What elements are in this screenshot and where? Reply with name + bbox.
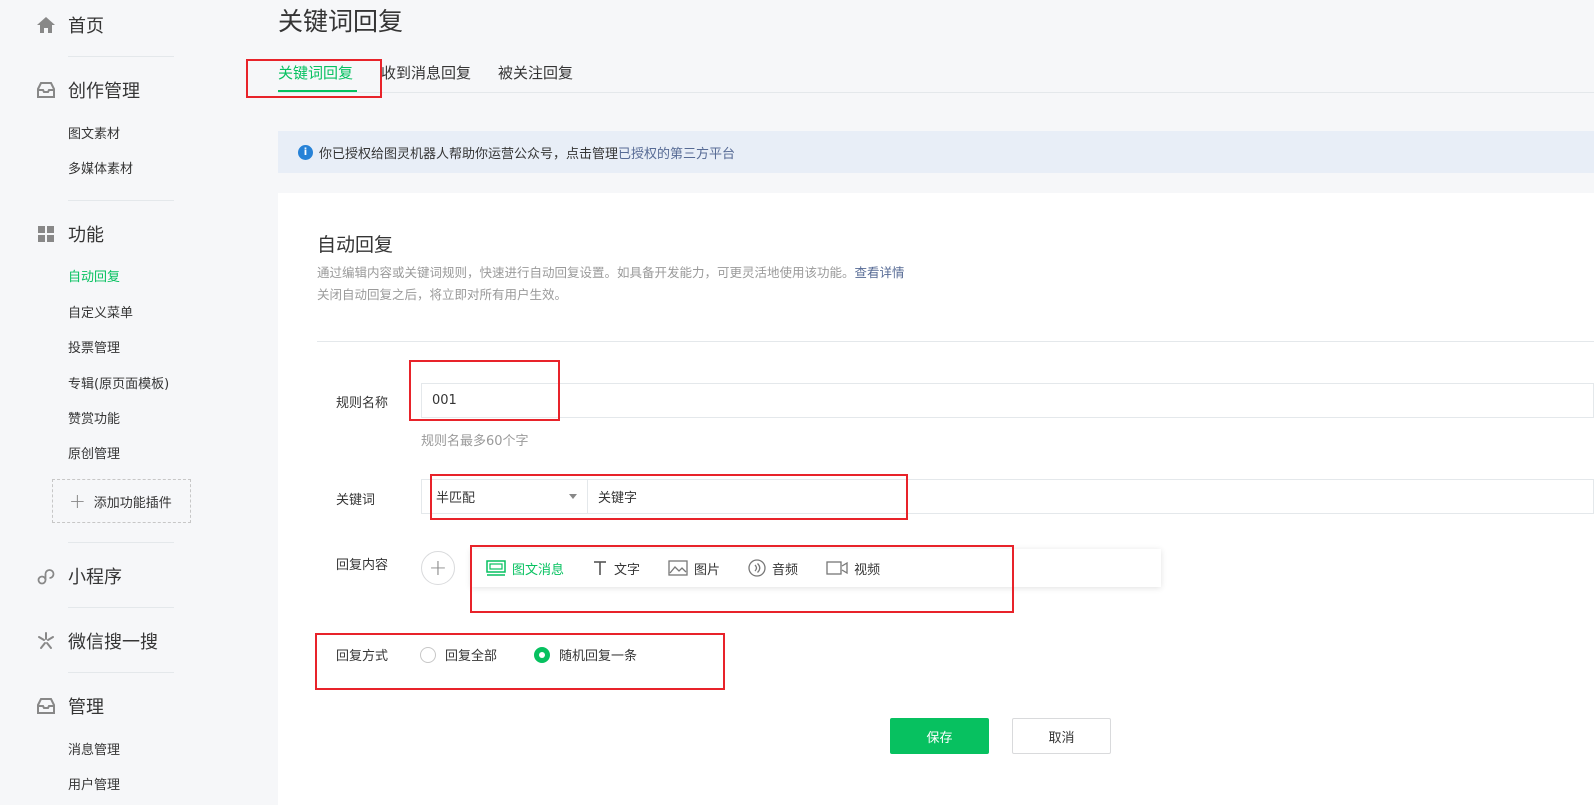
media-video[interactable]: 视频 (826, 559, 880, 578)
nav-search-label: 微信搜一搜 (68, 632, 158, 653)
nav-features-label: 功能 (68, 225, 104, 246)
divider (68, 56, 174, 57)
match-mode-value: 半匹配 (436, 491, 476, 506)
radio-reply-all[interactable]: 回复全部 (420, 645, 497, 664)
reply-mode-label: 回复方式 (336, 649, 389, 664)
nav-search[interactable]: 微信搜一搜 (36, 628, 158, 654)
keyword-input-group: 半匹配 关键字 (421, 479, 1594, 514)
nav-create[interactable]: 创作管理 (36, 77, 140, 103)
nav-home-label: 首页 (68, 16, 104, 37)
notice-text: 你已授权给图灵机器人帮助你运营公众号，点击管理 (319, 146, 619, 162)
sidebar-item-messages[interactable]: 消息管理 (68, 739, 120, 758)
add-plugin-label: 添加功能插件 (93, 495, 172, 511)
media-text-label: 文字 (614, 562, 641, 578)
radio-random-reply[interactable]: 随机回复一条 (534, 645, 637, 664)
link-icon (36, 566, 56, 586)
nav-manage-label: 管理 (68, 697, 104, 718)
tab-follow-reply[interactable]: 被关注回复 (498, 62, 573, 83)
plus-icon: + (428, 555, 448, 581)
nav-miniprogram[interactable]: 小程序 (36, 563, 122, 589)
rule-name-hint: 规则名最多60个字 (421, 434, 529, 449)
sidebar-item-users[interactable]: 用户管理 (68, 774, 120, 793)
radio-circle-selected (534, 646, 550, 663)
nav-miniprogram-label: 小程序 (68, 567, 122, 588)
reply-content-label: 回复内容 (336, 558, 389, 573)
active-tab-indicator (278, 90, 357, 92)
rule-name-label: 规则名称 (336, 396, 389, 411)
media-video-label: 视频 (854, 562, 881, 578)
notice-banner: i 你已授权给图灵机器人帮助你运营公众号，点击管理 已授权的第三方平台 (278, 131, 1594, 173)
media-audio[interactable]: 音频 (748, 559, 798, 578)
audio-icon (748, 559, 766, 577)
divider (317, 341, 1594, 342)
rule-name-value: 001 (432, 393, 457, 408)
tab-keyword-reply[interactable]: 关键词回复 (278, 62, 353, 83)
radio-random-reply-label: 随机回复一条 (559, 649, 638, 664)
media-image-text[interactable]: 图文消息 (486, 559, 564, 578)
sidebar-item-image-text[interactable]: 图文素材 (68, 123, 120, 142)
chevron-down-icon (569, 494, 577, 499)
keyword-input[interactable]: 关键字 (588, 487, 637, 506)
nav-create-label: 创作管理 (68, 81, 140, 102)
main-content: 关键词回复 关键词回复 收到消息回复 被关注回复 i 你已授权给图灵机器人帮助你… (250, 0, 1594, 805)
tab-bar: 关键词回复 收到消息回复 被关注回复 (278, 56, 1594, 93)
nav-home[interactable]: 首页 (36, 12, 104, 38)
sidebar-item-album[interactable]: 专辑(原页面模板) (68, 373, 169, 392)
add-reply-button[interactable]: + (421, 551, 455, 585)
sidebar-item-custom-menu[interactable]: 自定义菜单 (68, 302, 133, 321)
save-button[interactable]: 保存 (890, 718, 989, 754)
media-image[interactable]: 图片 (668, 559, 720, 578)
sidebar-item-auto-reply[interactable]: 自动回复 (68, 266, 120, 285)
cancel-button[interactable]: 取消 (1012, 718, 1111, 754)
description-line-1: 通过编辑内容或关键词规则，快速进行自动回复设置。如具备开发能力，可更灵活地使用该… (317, 262, 905, 281)
media-image-text-label: 图文消息 (512, 562, 565, 578)
media-audio-label: 音频 (772, 562, 799, 578)
sidebar-item-vote[interactable]: 投票管理 (68, 337, 120, 356)
search-star-icon (36, 631, 56, 651)
description-text: 通过编辑内容或关键词规则，快速进行自动回复设置。如具备开发能力，可更灵活地使用该… (317, 265, 855, 280)
view-details-link[interactable]: 查看详情 (855, 265, 905, 280)
page-title: 关键词回复 (278, 7, 404, 36)
home-icon (36, 15, 56, 35)
divider (68, 607, 174, 608)
match-mode-select[interactable]: 半匹配 (422, 480, 588, 513)
plus-icon: + (69, 489, 86, 513)
inbox-icon (36, 80, 56, 100)
sidebar-item-original[interactable]: 原创管理 (68, 443, 120, 462)
text-icon (594, 561, 607, 575)
radio-circle (420, 646, 436, 663)
add-plugin-button[interactable]: + 添加功能插件 (52, 479, 191, 523)
keyword-label: 关键词 (336, 493, 376, 508)
sidebar: 首页 创作管理 图文素材 多媒体素材 功能 自动回复 自定义菜单 投票管理 专辑… (0, 0, 250, 805)
tab-message-reply[interactable]: 收到消息回复 (381, 62, 471, 83)
media-text[interactable]: 文字 (592, 559, 640, 578)
divider (68, 672, 174, 673)
grid-icon (36, 224, 56, 244)
video-icon (826, 561, 848, 575)
media-image-label: 图片 (694, 562, 721, 578)
nav-manage[interactable]: 管理 (36, 693, 104, 719)
sidebar-item-reward[interactable]: 赞赏功能 (68, 408, 120, 427)
description-line-2: 关闭自动回复之后，将立即对所有用户生效。 (317, 287, 568, 302)
divider (68, 200, 174, 201)
info-icon: i (298, 144, 313, 160)
divider (68, 542, 174, 543)
image-icon (668, 560, 688, 576)
rule-name-input[interactable]: 001 (421, 383, 1594, 418)
third-party-link[interactable]: 已授权的第三方平台 (618, 143, 735, 162)
image-text-icon (486, 560, 506, 576)
inbox-icon (36, 696, 56, 716)
auto-reply-card: 自动回复 通过编辑内容或关键词规则，快速进行自动回复设置。如具备开发能力，可更灵… (278, 193, 1594, 805)
sidebar-item-multimedia[interactable]: 多媒体素材 (68, 158, 133, 177)
section-title: 自动回复 (317, 234, 394, 256)
nav-features[interactable]: 功能 (36, 221, 104, 247)
radio-reply-all-label: 回复全部 (445, 649, 498, 664)
media-type-bar: 图文消息 文字 图片 音频 视频 (471, 549, 1161, 587)
